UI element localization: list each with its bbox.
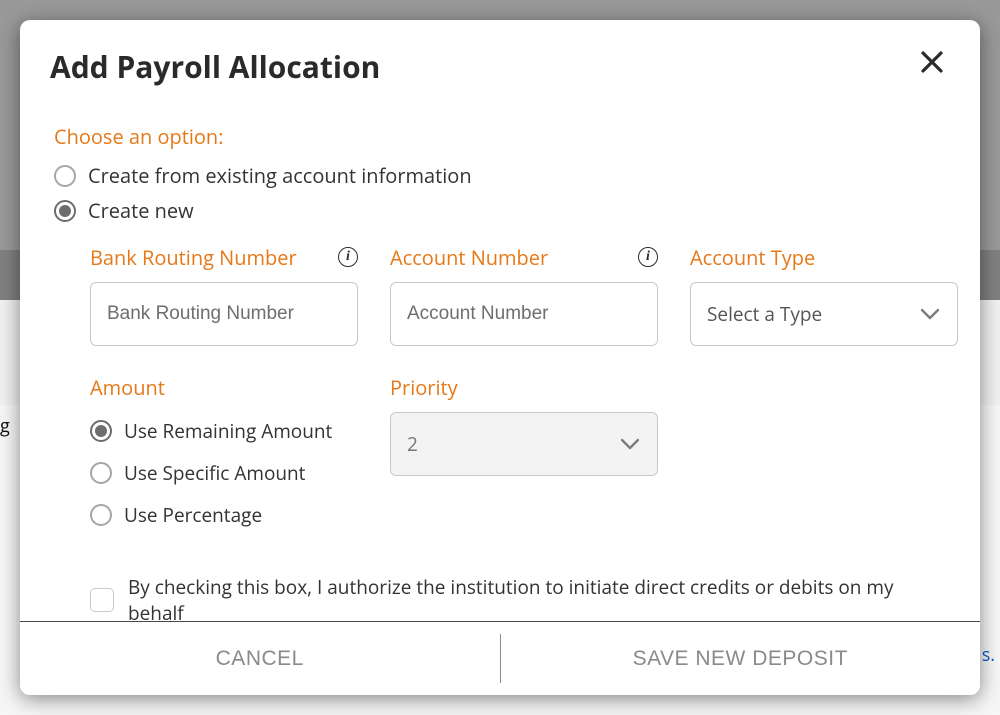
authorize-text: By checking this box, I authorize the in… xyxy=(128,574,946,621)
modal-footer: CANCEL SAVE NEW DEPOSIT xyxy=(20,621,980,695)
account-type-field: Account Type Select a Type xyxy=(690,242,958,346)
option-new-label: Create new xyxy=(88,197,194,224)
cancel-button[interactable]: CANCEL xyxy=(20,622,500,695)
amount-priority-row: Amount Use Remaining Amount Use Specific… xyxy=(90,372,946,534)
bg-text-left: g xyxy=(0,414,10,438)
info-icon[interactable]: i xyxy=(338,247,358,267)
add-payroll-allocation-modal: Add Payroll Allocation Choose an option:… xyxy=(20,20,980,695)
option-existing-label: Create from existing account information xyxy=(88,162,472,189)
amount-percentage-option[interactable]: Use Percentage xyxy=(90,502,358,528)
radio-checked-icon xyxy=(90,420,112,442)
account-number-input[interactable] xyxy=(390,282,658,346)
option-create-new[interactable]: Create new xyxy=(54,197,946,224)
x-icon xyxy=(920,50,944,74)
account-type-select[interactable]: Select a Type xyxy=(690,282,958,346)
priority-value: 2 xyxy=(407,431,418,457)
amount-options: Use Remaining Amount Use Specific Amount… xyxy=(90,412,358,534)
modal-title: Add Payroll Allocation xyxy=(50,46,380,87)
bank-routing-label: Bank Routing Number xyxy=(90,244,297,271)
modal-header: Add Payroll Allocation xyxy=(20,20,980,99)
amount-remaining-label: Use Remaining Amount xyxy=(124,418,332,444)
radio-icon xyxy=(90,462,112,484)
modal-body: Choose an option: Create from existing a… xyxy=(20,99,980,621)
authorization-row: By checking this box, I authorize the in… xyxy=(90,574,946,621)
bank-routing-label-row: Bank Routing Number i xyxy=(90,242,358,272)
account-number-label-row: Account Number i xyxy=(390,242,658,272)
amount-percentage-label: Use Percentage xyxy=(124,502,262,528)
bank-routing-input[interactable] xyxy=(90,282,358,346)
account-type-label: Account Type xyxy=(690,244,815,271)
radio-checked-icon xyxy=(54,200,76,222)
chevron-down-icon xyxy=(921,302,939,326)
priority-label-row: Priority xyxy=(390,372,658,402)
amount-field: Amount Use Remaining Amount Use Specific… xyxy=(90,372,358,534)
amount-specific-option[interactable]: Use Specific Amount xyxy=(90,460,358,486)
option-existing-account[interactable]: Create from existing account information xyxy=(54,162,946,189)
priority-label: Priority xyxy=(390,374,458,401)
bank-routing-field: Bank Routing Number i xyxy=(90,242,358,346)
chevron-down-icon xyxy=(621,432,639,456)
priority-select[interactable]: 2 xyxy=(390,412,658,476)
account-type-value: Select a Type xyxy=(707,301,822,327)
page-backdrop: g s. Add Payroll Allocation Choose an op… xyxy=(0,0,1000,715)
account-number-field: Account Number i xyxy=(390,242,658,346)
amount-remaining-option[interactable]: Use Remaining Amount xyxy=(90,418,358,444)
account-type-label-row: Account Type xyxy=(690,242,958,272)
amount-label-row: Amount xyxy=(90,372,358,402)
account-number-label: Account Number xyxy=(390,244,548,271)
choose-option-label: Choose an option: xyxy=(54,123,946,150)
close-icon[interactable] xyxy=(914,46,950,80)
amount-label: Amount xyxy=(90,374,165,401)
authorize-checkbox[interactable] xyxy=(90,588,114,612)
amount-specific-label: Use Specific Amount xyxy=(124,460,305,486)
radio-icon xyxy=(54,165,76,187)
bg-text-right: s. xyxy=(982,643,995,667)
priority-field: Priority 2 xyxy=(390,372,658,534)
account-fields-row: Bank Routing Number i Account Number i A… xyxy=(90,242,946,346)
radio-icon xyxy=(90,504,112,526)
save-new-deposit-button[interactable]: SAVE NEW DEPOSIT xyxy=(501,622,981,695)
info-icon[interactable]: i xyxy=(638,247,658,267)
